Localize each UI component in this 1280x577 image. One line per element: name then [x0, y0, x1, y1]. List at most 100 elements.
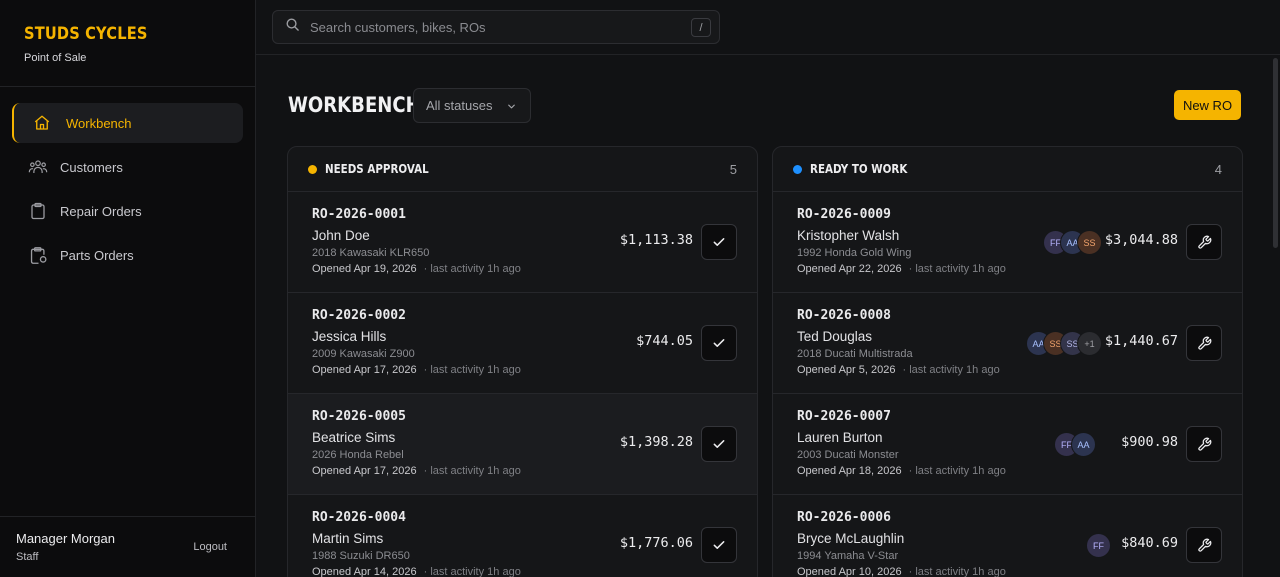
user-panel: Manager Morgan Staff Logout: [0, 516, 255, 577]
technician-avatars: FF AA SS: [1043, 230, 1102, 255]
ro-amount: $1,440.67: [1104, 333, 1178, 349]
column-header: NEEDS APPROVAL 5: [288, 147, 757, 192]
ro-number: RO-2026-0009: [797, 207, 891, 222]
nav-item-label: Parts Orders: [60, 247, 134, 263]
ro-amount: $840.69: [1121, 535, 1178, 551]
check-icon: [713, 339, 725, 347]
status-dot: [793, 164, 802, 174]
new-ro-button[interactable]: New RO: [1174, 90, 1241, 120]
technician-avatars: AA SS SS +1: [1026, 331, 1102, 356]
column-needs-approval: NEEDS APPROVAL 5 RO-2026-0001 John Doe 2…: [287, 146, 758, 577]
bike-info: 1992 Honda Gold Wing: [797, 247, 912, 259]
sidebar: STUDS CYCLES Point of Sale Workbench Cus…: [0, 0, 256, 577]
bike-info: 2018 Kawasaki KLR650: [312, 247, 430, 259]
ro-amount: $1,113.38: [619, 232, 693, 248]
nav-item-label: Workbench: [66, 115, 132, 131]
ro-number: RO-2026-0006: [797, 510, 891, 525]
wrench-icon: [1197, 235, 1211, 249]
opened-date: Opened Apr 18, 2026 · last activity 1h ag…: [797, 465, 1242, 477]
opened-date: Opened Apr 19, 2026 · last activity 1h ag…: [312, 263, 757, 275]
status-filter-dropdown[interactable]: All statuses: [413, 88, 531, 123]
home-icon: [32, 113, 52, 133]
page-header: WORKBENCH All statuses New RO: [288, 88, 1241, 123]
search-input[interactable]: [310, 19, 680, 35]
bike-info: 1988 Suzuki DR650: [312, 550, 410, 562]
opened-date: Opened Apr 5, 2026 · last activity 1h ago: [797, 364, 1242, 376]
opened-date: Opened Apr 17, 2026 · last activity 1h ag…: [312, 364, 757, 376]
nav-item-workbench[interactable]: Workbench: [12, 103, 243, 143]
bike-info: 2026 Honda Rebel: [312, 449, 404, 461]
ro-card[interactable]: RO-2026-0001 John Doe 2018 Kawasaki KLR6…: [288, 192, 757, 293]
search-icon: [285, 17, 300, 37]
column-header: READY TO WORK 4: [773, 147, 1242, 192]
brand: STUDS CYCLES Point of Sale: [0, 0, 255, 87]
brand-title: STUDS CYCLES: [24, 24, 148, 44]
ro-card[interactable]: RO-2026-0002 Jessica Hills 2009 Kawasaki…: [288, 293, 757, 394]
main-nav: Workbench Customers Repair Orders Parts …: [12, 103, 243, 279]
nav-item-repair-orders[interactable]: Repair Orders: [12, 191, 243, 231]
bike-info: 1994 Yamaha V-Star: [797, 550, 899, 562]
approve-button[interactable]: [701, 325, 737, 361]
avatar-overflow-count: +1: [1077, 331, 1102, 356]
page-title: WORKBENCH: [288, 93, 421, 117]
logout-button[interactable]: Logout: [193, 541, 227, 553]
start-work-button[interactable]: [1186, 224, 1222, 260]
check-icon: [713, 541, 725, 549]
ro-amount: $900.98: [1121, 434, 1178, 450]
technician-avatars: FF AA: [1054, 432, 1096, 457]
search-box[interactable]: /: [272, 10, 720, 44]
ro-card[interactable]: RO-2026-0005 Beatrice Sims 2026 Honda Re…: [288, 394, 757, 495]
last-activity: · last activity 1h ago: [902, 364, 1000, 376]
avatar: SS: [1077, 230, 1102, 255]
last-activity: · last activity 1h ago: [423, 263, 521, 275]
column-title: READY TO WORK: [810, 162, 908, 176]
last-activity: · last activity 1h ago: [423, 364, 521, 376]
nav-item-customers[interactable]: Customers: [12, 147, 243, 187]
check-icon: [713, 440, 725, 448]
last-activity: · last activity 1h ago: [908, 566, 1006, 577]
brand-subtitle: Point of Sale: [24, 52, 87, 64]
opened-text: Opened Apr 14, 2026: [312, 566, 417, 577]
ro-card[interactable]: RO-2026-0006 Bryce McLaughlin 1994 Yamah…: [773, 495, 1242, 577]
ro-card[interactable]: RO-2026-0004 Martin Sims 1988 Suzuki DR6…: [288, 495, 757, 577]
start-work-button[interactable]: [1186, 325, 1222, 361]
opened-text: Opened Apr 5, 2026: [797, 364, 896, 376]
opened-text: Opened Apr 19, 2026: [312, 263, 417, 275]
topbar: /: [256, 0, 1280, 55]
approve-button[interactable]: [701, 224, 737, 260]
ro-card[interactable]: RO-2026-0007 Lauren Burton 2003 Ducati M…: [773, 394, 1242, 495]
scrollbar[interactable]: [1273, 58, 1278, 248]
chevron-down-icon: [506, 100, 517, 115]
approve-button[interactable]: [701, 527, 737, 563]
opened-date: Opened Apr 22, 2026 · last activity 1h ag…: [797, 263, 1242, 275]
ro-card[interactable]: RO-2026-0008 Ted Douglas 2018 Ducati Mul…: [773, 293, 1242, 394]
opened-text: Opened Apr 17, 2026: [312, 465, 417, 477]
opened-text: Opened Apr 10, 2026: [797, 566, 902, 577]
ro-card[interactable]: RO-2026-0009 Kristopher Walsh 1992 Honda…: [773, 192, 1242, 293]
bike-info: 2003 Ducati Monster: [797, 449, 899, 461]
ro-number: RO-2026-0001: [312, 207, 406, 222]
start-work-button[interactable]: [1186, 527, 1222, 563]
ro-number: RO-2026-0004: [312, 510, 406, 525]
last-activity: · last activity 1h ago: [908, 465, 1006, 477]
start-work-button[interactable]: [1186, 426, 1222, 462]
status-filter-value: All statuses: [426, 98, 493, 113]
ro-amount: $744.05: [636, 333, 693, 349]
approve-button[interactable]: [701, 426, 737, 462]
parts-clipboard-icon: [28, 245, 48, 265]
nav-item-label: Repair Orders: [60, 203, 142, 219]
column-title: NEEDS APPROVAL: [325, 162, 429, 176]
wrench-icon: [1197, 336, 1211, 350]
ro-amount: $3,044.88: [1104, 232, 1178, 248]
opened-text: Opened Apr 22, 2026: [797, 263, 902, 275]
avatar: FF: [1086, 533, 1111, 558]
avatar: AA: [1071, 432, 1096, 457]
ro-number: RO-2026-0007: [797, 409, 891, 424]
nav-item-parts-orders[interactable]: Parts Orders: [12, 235, 243, 275]
column-ready-to-work: READY TO WORK 4 RO-2026-0009 Kristopher …: [772, 146, 1243, 577]
ro-number: RO-2026-0008: [797, 308, 891, 323]
last-activity: · last activity 1h ago: [423, 465, 521, 477]
check-icon: [713, 238, 725, 246]
last-activity: · last activity 1h ago: [908, 263, 1006, 275]
nav-item-label: Customers: [60, 159, 123, 175]
